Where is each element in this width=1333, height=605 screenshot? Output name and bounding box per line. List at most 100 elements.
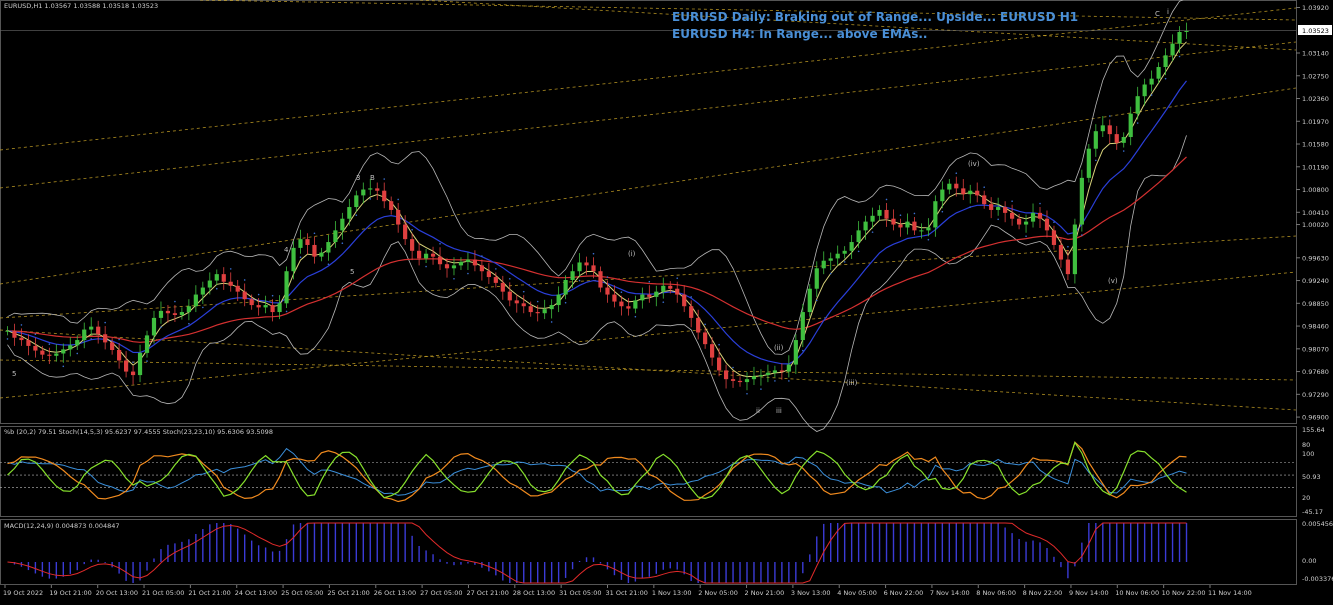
symbol-ohlc-label: EURUSD,H1 1.03567 1.03588 1.03518 1.0352… bbox=[4, 2, 158, 10]
candle-body bbox=[130, 371, 136, 376]
candle-body bbox=[1170, 43, 1175, 56]
sar-dot bbox=[774, 380, 776, 382]
candle-body bbox=[926, 227, 931, 231]
candle-body bbox=[151, 317, 157, 336]
candle-body bbox=[807, 288, 812, 313]
candle-body bbox=[284, 271, 289, 304]
chart-canvas[interactable]: 1.03920 1.03140 1.02750 1.02360 1.01970 1.015… bbox=[0, 0, 1333, 601]
candle-body bbox=[117, 349, 122, 361]
macd-header-label: MACD(12,24,9) 0.004873 0.004847 bbox=[4, 522, 120, 530]
sar-dot bbox=[257, 293, 260, 296]
time-tick-label: 21 Oct 21:00 bbox=[188, 589, 230, 597]
candle-body bbox=[549, 305, 554, 310]
price-tick-label: 0.99240 bbox=[1302, 277, 1329, 285]
price-tick-label: 0.98850 bbox=[1302, 300, 1329, 308]
sar-dot bbox=[536, 300, 539, 303]
sar-dot bbox=[160, 326, 162, 329]
time-tick-label: 8 Nov 06:00 bbox=[976, 589, 1016, 597]
sar-dot bbox=[1053, 221, 1055, 224]
wave-label: (i) bbox=[628, 250, 636, 258]
time-tick-label: 31 Oct 21:00 bbox=[606, 589, 648, 597]
h1-annotation: EURUSD H1 bbox=[1000, 10, 1078, 24]
time-tick-label: 4 Nov 05:00 bbox=[837, 589, 877, 597]
candle-body bbox=[696, 317, 701, 333]
price-tick-label: 1.00410 bbox=[1302, 209, 1329, 217]
candle-body bbox=[103, 334, 108, 343]
candle-body bbox=[319, 252, 324, 257]
candle-body bbox=[493, 277, 498, 283]
time-tick-label: 9 Nov 14:00 bbox=[1069, 589, 1109, 597]
sar-dot bbox=[508, 278, 511, 280]
candle-body bbox=[1177, 32, 1182, 44]
candle-body bbox=[312, 244, 317, 257]
candle-body bbox=[793, 340, 798, 365]
price-tick-label: 1.03920 bbox=[1302, 4, 1329, 12]
time-tick-label: 25 Oct 21:00 bbox=[327, 589, 369, 597]
sar-dot bbox=[285, 310, 288, 313]
candle-body bbox=[1093, 131, 1098, 149]
sar-dot bbox=[62, 365, 65, 368]
time-tick-label: 1 Nov 13:00 bbox=[652, 589, 692, 597]
candle-body bbox=[863, 221, 868, 231]
candle-body bbox=[144, 335, 150, 353]
candle-body bbox=[33, 345, 38, 351]
stoch-axis-min: -45.17 bbox=[1302, 508, 1323, 516]
candle-body bbox=[723, 370, 729, 380]
sar-dot bbox=[90, 338, 93, 340]
sar-dot bbox=[48, 343, 51, 345]
sar-dot bbox=[327, 263, 330, 266]
candle-body bbox=[158, 310, 164, 318]
candle-body bbox=[968, 190, 973, 195]
sar-dot bbox=[899, 214, 902, 217]
wave-label: 3 bbox=[356, 174, 360, 182]
candle-body bbox=[1030, 212, 1036, 222]
sar-dot bbox=[690, 296, 692, 298]
candle-body bbox=[54, 353, 59, 356]
candle-body bbox=[1016, 218, 1022, 225]
sar-dot bbox=[997, 218, 999, 221]
sar-dot bbox=[439, 242, 441, 245]
candle-body bbox=[556, 294, 561, 306]
candle-body bbox=[221, 274, 226, 282]
sar-dot bbox=[969, 206, 972, 208]
candle-body bbox=[291, 247, 296, 272]
trading-chart[interactable]: 1.03920 1.03140 1.02750 1.02360 1.01970 1.015… bbox=[0, 0, 1333, 601]
candle-body bbox=[1072, 224, 1077, 275]
sar-dot bbox=[1081, 234, 1083, 236]
candle-body bbox=[605, 287, 610, 295]
candle-body bbox=[472, 259, 478, 266]
candle-body bbox=[26, 340, 31, 346]
candle-body bbox=[989, 204, 994, 210]
time-tick-label: 10 Nov 06:00 bbox=[1115, 589, 1159, 597]
candle-body bbox=[451, 265, 457, 269]
candle-body bbox=[898, 224, 903, 228]
candle-body bbox=[619, 301, 624, 307]
time-tick-label: 19 Oct 21:00 bbox=[49, 589, 91, 597]
candle-body bbox=[1086, 148, 1091, 178]
time-tick-label: 2 Nov 21:00 bbox=[745, 589, 785, 597]
candle-body bbox=[249, 299, 254, 306]
macd-axis-min: -0.003376 bbox=[1302, 575, 1333, 583]
candle-body bbox=[814, 268, 819, 289]
sar-dot bbox=[927, 238, 930, 241]
price-tick-label: 1.00020 bbox=[1302, 221, 1329, 229]
candle-body bbox=[1058, 244, 1064, 260]
sar-dot bbox=[746, 392, 748, 395]
candle-body bbox=[675, 288, 680, 295]
candle-body bbox=[305, 239, 310, 245]
sar-dot bbox=[885, 198, 888, 201]
candle-body bbox=[940, 189, 945, 202]
sar-dot bbox=[913, 212, 916, 215]
sar-dot bbox=[1011, 200, 1013, 203]
sar-dot bbox=[299, 256, 302, 259]
candle-body bbox=[710, 344, 715, 358]
sar-dot bbox=[634, 315, 637, 318]
sar-dot bbox=[802, 349, 804, 352]
candle-body bbox=[228, 281, 233, 286]
candle-body bbox=[179, 312, 184, 315]
time-tick-label: 20 Oct 13:00 bbox=[96, 589, 138, 597]
candle-body bbox=[333, 230, 338, 243]
price-tick-label: 1.02360 bbox=[1302, 95, 1329, 103]
sar-dot bbox=[871, 231, 874, 233]
candle-body bbox=[458, 261, 464, 266]
